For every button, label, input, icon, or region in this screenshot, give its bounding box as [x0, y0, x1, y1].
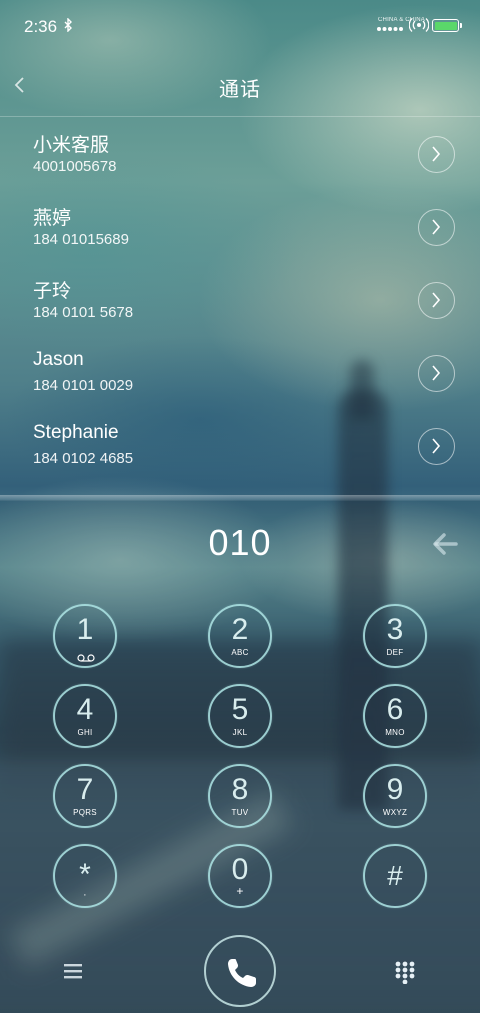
- key-letters: TUV: [231, 808, 249, 817]
- key-letters: ,: [83, 888, 87, 897]
- header: 通话: [0, 60, 480, 116]
- key-digit: 4: [76, 693, 94, 726]
- bluetooth-icon: [64, 17, 73, 37]
- dialed-number: 010: [208, 522, 272, 563]
- key-8[interactable]: 8 TUV: [208, 764, 272, 828]
- key-star[interactable]: * ,: [53, 844, 117, 908]
- key-hash[interactable]: #: [363, 844, 427, 908]
- call-button[interactable]: [204, 935, 276, 1007]
- key-letters: +: [236, 884, 244, 898]
- contact-name: 燕婷: [33, 208, 72, 229]
- chevron-right-icon[interactable]: [418, 282, 455, 319]
- key-digit: 9: [386, 773, 404, 806]
- contact-name: Jason: [33, 349, 84, 370]
- chevron-right-icon[interactable]: [418, 209, 455, 246]
- key-letters: JKL: [232, 728, 248, 737]
- battery-icon: [432, 19, 462, 32]
- contact-number: 184 0101 0029: [33, 377, 134, 394]
- chevron-right-icon[interactable]: [418, 136, 455, 173]
- contact-list: 小米客服 4001005678 燕婷 184 01015689 子玲 184 0…: [0, 118, 480, 498]
- backspace-arrow-icon[interactable]: [430, 530, 460, 558]
- chevron-right-icon[interactable]: [418, 428, 455, 465]
- contact-row[interactable]: Jason 184 0101 0029: [0, 337, 480, 410]
- status-time: 2:36: [24, 17, 58, 36]
- bottom-bar: [0, 930, 480, 1013]
- contact-name: Stephanie: [33, 422, 119, 443]
- status-bar: 2:36 CHINA & CHINA: [0, 0, 480, 52]
- page-title: 通话: [219, 79, 261, 101]
- key-letters: DEF: [386, 648, 404, 657]
- key-digit: 8: [231, 773, 249, 806]
- call-phone-icon: [228, 959, 256, 987]
- dial-display: 010: [0, 510, 480, 580]
- header-divider: [0, 116, 480, 117]
- contact-row[interactable]: 燕婷 184 01015689: [0, 191, 480, 264]
- contact-number: 184 0102 4685: [33, 450, 134, 467]
- contact-name: 子玲: [33, 281, 72, 302]
- key-3[interactable]: 3 DEF: [363, 604, 427, 668]
- key-9[interactable]: 9 WXYZ: [363, 764, 427, 828]
- battery-level: [434, 21, 457, 30]
- key-letters: MNO: [385, 728, 405, 737]
- key-digit: 7: [76, 773, 94, 806]
- voicemail-icon: [77, 649, 95, 667]
- key-letters: WXYZ: [382, 808, 408, 817]
- key-letters: ABC: [231, 648, 249, 657]
- key-5[interactable]: 5 JKL: [208, 684, 272, 748]
- key-1[interactable]: 1: [53, 604, 117, 668]
- key-digit: 5: [231, 693, 249, 726]
- contact-number: 4001005678: [33, 158, 117, 175]
- dial-keypad: 1 2 ABC 3 DEF 4 GHI 5 JKL 6 MNO 7 PQRS 8…: [0, 604, 480, 914]
- contact-row[interactable]: 子玲 184 0101 5678: [0, 264, 480, 337]
- key-digit: 2: [231, 613, 249, 646]
- contact-number: 184 0101 5678: [33, 304, 134, 321]
- panel-divider: [0, 495, 480, 501]
- key-digit: 1: [76, 613, 94, 646]
- keypad-grid-icon[interactable]: [394, 960, 416, 985]
- key-4[interactable]: 4 GHI: [53, 684, 117, 748]
- chevron-right-icon[interactable]: [418, 355, 455, 392]
- key-digit: #: [387, 860, 403, 891]
- key-6[interactable]: 6 MNO: [363, 684, 427, 748]
- key-digit: 0: [231, 853, 249, 886]
- key-digit: 3: [386, 613, 404, 646]
- menu-icon[interactable]: [60, 960, 86, 982]
- key-letters: GHI: [77, 728, 93, 737]
- key-digit: 6: [386, 693, 404, 726]
- signal-icon: [376, 19, 404, 38]
- contact-row[interactable]: Stephanie 184 0102 4685: [0, 410, 480, 483]
- contact-name: 小米客服: [33, 135, 110, 156]
- key-0[interactable]: 0 +: [208, 844, 272, 908]
- key-2[interactable]: 2 ABC: [208, 604, 272, 668]
- key-digit: *: [79, 858, 91, 891]
- contact-row[interactable]: 小米客服 4001005678: [0, 118, 480, 191]
- contact-number: 184 01015689: [33, 231, 129, 248]
- wifi-icon: [408, 17, 430, 38]
- key-letters: PQRS: [73, 808, 97, 817]
- key-7[interactable]: 7 PQRS: [53, 764, 117, 828]
